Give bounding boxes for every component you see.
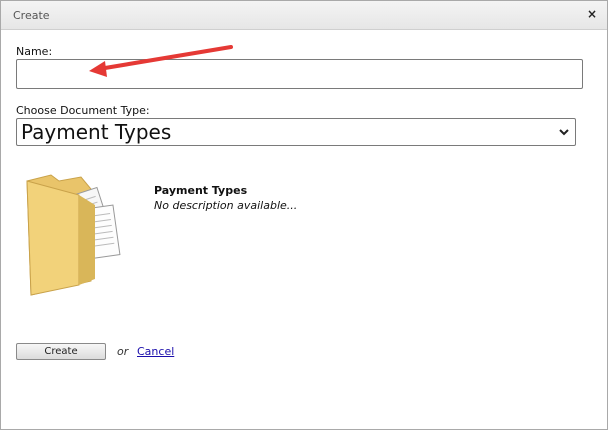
doctype-selected-value: Payment Types <box>21 120 172 144</box>
name-label: Name: <box>16 45 53 58</box>
create-button[interactable]: Create <box>16 343 106 360</box>
create-dialog: Create × Name: Choose Document Type: Pay… <box>0 0 608 430</box>
doctype-select[interactable]: Payment Types <box>16 118 576 146</box>
doctype-label: Choose Document Type: <box>16 104 150 117</box>
or-text: or <box>117 345 129 358</box>
doctype-preview-description: No description available... <box>154 199 298 212</box>
pointer-arrow-icon <box>89 45 233 77</box>
folder-icon: A <box>26 174 121 296</box>
dialog-title: Create <box>13 9 50 22</box>
doctype-preview-title: Payment Types <box>154 184 248 197</box>
dialog-titlebar: Create × <box>1 1 607 30</box>
chevron-down-icon <box>559 129 569 136</box>
cancel-link[interactable]: Cancel <box>137 345 174 358</box>
close-icon[interactable]: × <box>587 7 597 21</box>
